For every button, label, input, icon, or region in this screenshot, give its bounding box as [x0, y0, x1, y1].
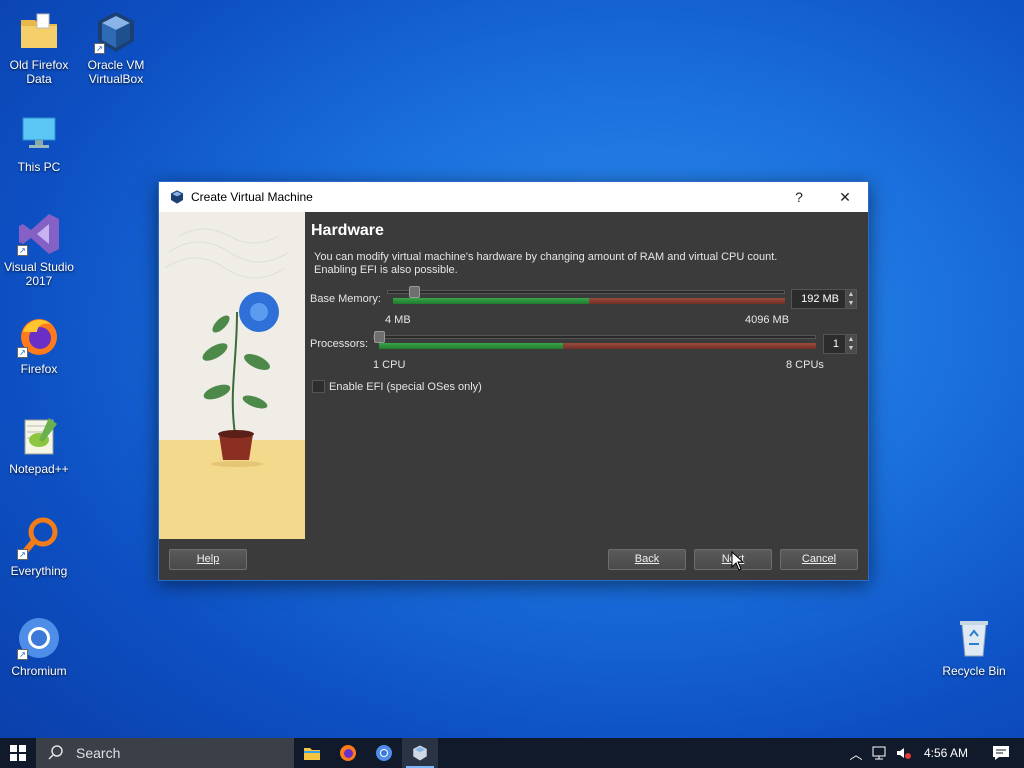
desktop-icon-visual-studio[interactable]: ↗ Visual Studio 2017 — [3, 210, 75, 288]
processors-max-label: 8 CPUs — [786, 359, 824, 371]
virtualbox-icon: ↗ — [92, 8, 140, 56]
desktop-icon-label: Firefox — [20, 362, 58, 376]
magnifier-icon: ↗ — [15, 514, 63, 562]
search-icon — [48, 745, 63, 760]
taskbar-file-explorer[interactable] — [294, 738, 330, 768]
desktop-icon-old-firefox-data[interactable]: Old Firefox Data — [3, 8, 75, 86]
desktop-icon-label: Recycle Bin — [942, 664, 1006, 678]
meter-green-segment — [379, 343, 563, 349]
taskbar-firefox[interactable] — [330, 738, 366, 768]
page-description: You can modify virtual machine's hardwar… — [314, 251, 778, 276]
hardware-page: Hardware You can modify virtual machine'… — [305, 212, 868, 539]
shortcut-arrow-icon: ↗ — [17, 347, 28, 358]
meter-red-segment — [562, 343, 816, 349]
context-help-button[interactable]: ? — [776, 182, 822, 212]
mouse-cursor-icon — [731, 551, 745, 571]
memory-spin-buttons[interactable]: ▲ ▼ — [845, 289, 857, 309]
shortcut-arrow-icon: ↗ — [94, 43, 105, 54]
computer-icon — [15, 110, 63, 158]
create-vm-dialog: Create Virtual Machine ? ✕ Hardware You … — [158, 181, 869, 581]
processors-min-label: 1 CPU — [373, 359, 406, 371]
desktop-icon-label: Notepad++ — [9, 462, 69, 476]
base-memory-label: Base Memory: — [310, 293, 381, 305]
visual-studio-icon: ↗ — [15, 210, 63, 258]
folder-icon — [304, 748, 320, 760]
memory-slider-track[interactable] — [387, 290, 785, 294]
wizard-flower-illustration — [159, 212, 305, 540]
enable-efi-checkbox[interactable] — [312, 380, 325, 393]
chromium-icon: ↗ — [15, 614, 63, 662]
shortcut-arrow-icon: ↗ — [17, 549, 28, 560]
windows-logo-icon — [10, 745, 26, 761]
start-button[interactable] — [0, 738, 36, 768]
chromium-icon — [376, 745, 392, 761]
dialog-content: Hardware You can modify virtual machine'… — [159, 212, 868, 540]
firefox-icon: ↗ — [15, 312, 63, 360]
system-tray: ︿ 4:56 AM — [844, 738, 1024, 768]
desktop-icon-label: Everything — [10, 564, 68, 578]
page-title: Hardware — [311, 222, 384, 239]
folder-icon — [15, 8, 63, 56]
desktop-icon-notepadpp[interactable]: Notepad++ — [3, 412, 75, 476]
dialog-titlebar[interactable]: Create Virtual Machine ? ✕ — [159, 182, 868, 212]
memory-max-label: 4096 MB — [745, 314, 790, 326]
taskbar-clock[interactable]: 4:56 AM — [924, 746, 968, 760]
help-button[interactable]: Help — [169, 549, 247, 570]
desktop-icon-label: This PC — [17, 160, 61, 174]
show-hidden-icons-chevron-icon[interactable]: ︿ — [844, 744, 868, 763]
memory-value-input[interactable]: 192 MB — [791, 289, 846, 309]
virtualbox-icon — [413, 745, 427, 761]
desktop-icon-virtualbox[interactable]: ↗ Oracle VM VirtualBox — [80, 8, 152, 86]
desktop-icon-this-pc[interactable]: This PC — [3, 110, 75, 174]
taskbar-virtualbox[interactable] — [402, 738, 438, 768]
network-icon[interactable] — [871, 745, 889, 761]
taskbar: Search ︿ 4:56 AM — [0, 738, 1024, 768]
processors-value-input[interactable]: 1 — [823, 334, 846, 354]
firefox-icon — [340, 745, 356, 761]
back-button[interactable]: Back — [608, 549, 686, 570]
desktop-icon-chromium[interactable]: ↗ Chromium — [3, 614, 75, 678]
desktop-icon-label: Oracle VM VirtualBox — [87, 58, 145, 86]
search-placeholder: Search — [76, 745, 121, 761]
memory-min-label: 4 MB — [385, 314, 411, 326]
taskbar-search-box[interactable]: Search — [36, 738, 294, 768]
processors-label: Processors: — [310, 338, 369, 350]
memory-meter — [393, 298, 785, 304]
desktop-icon-label: Chromium — [11, 664, 67, 678]
desktop-icon-label: Visual Studio 2017 — [4, 260, 74, 288]
close-button[interactable]: ✕ — [822, 182, 868, 212]
desktop-icon-recycle-bin[interactable]: Recycle Bin — [938, 614, 1010, 678]
desktop-icon-everything[interactable]: ↗ Everything — [3, 514, 75, 578]
shortcut-arrow-icon: ↗ — [17, 245, 28, 256]
dialog-footer: Help Back Next Cancel — [159, 539, 868, 580]
virtualbox-icon — [169, 189, 185, 205]
dialog-title: Create Virtual Machine — [191, 190, 313, 204]
shortcut-arrow-icon: ↗ — [17, 649, 28, 660]
cancel-button[interactable]: Cancel — [780, 549, 858, 570]
notepadpp-icon — [15, 412, 63, 460]
desktop-icon-firefox[interactable]: ↗ Firefox — [3, 312, 75, 376]
meter-green-segment — [393, 298, 589, 304]
recycle-bin-icon — [950, 614, 998, 662]
meter-red-segment — [589, 298, 785, 304]
processors-spin-buttons[interactable]: ▲ ▼ — [845, 334, 857, 354]
processors-meter — [379, 343, 816, 349]
volume-muted-icon[interactable] — [895, 745, 913, 761]
enable-efi-label[interactable]: Enable EFI (special OSes only) — [329, 381, 482, 393]
notification-center-icon[interactable] — [992, 745, 1010, 761]
desktop-icon-label: Old Firefox Data — [9, 58, 69, 86]
processors-slider-track[interactable] — [373, 335, 816, 339]
taskbar-chromium[interactable] — [366, 738, 402, 768]
memory-slider-thumb[interactable] — [408, 286, 420, 298]
processors-slider-thumb[interactable] — [374, 331, 385, 343]
